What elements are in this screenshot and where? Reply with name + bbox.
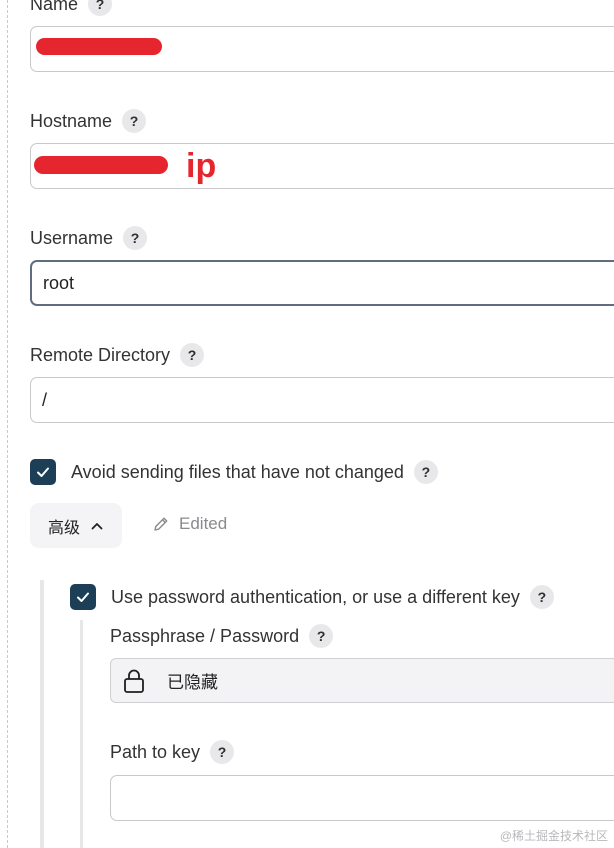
hostname-label: Hostname ? [30, 109, 147, 133]
help-icon[interactable]: ? [529, 585, 554, 609]
username-label: Username ? [30, 226, 148, 250]
path-to-key-label: Path to key ? [110, 740, 235, 764]
username-input[interactable]: root [30, 260, 614, 306]
help-icon[interactable]: ? [123, 226, 148, 250]
advanced-toggle-button[interactable]: 高级 [30, 503, 122, 548]
lock-icon [124, 669, 144, 693]
name-label: Name ? [30, 0, 113, 16]
use-password-label: Use password authentication, or use a di… [111, 585, 554, 609]
check-icon [77, 592, 89, 602]
passphrase-label-text: Passphrase / Password [110, 626, 300, 646]
path-to-key-label-text: Path to key [110, 742, 201, 762]
help-icon[interactable]: ? [210, 740, 235, 764]
check-icon [37, 467, 49, 477]
help-icon[interactable]: ? [309, 624, 334, 648]
watermark: @稀土掘金技术社区 [499, 829, 608, 843]
path-to-key-input[interactable] [110, 775, 614, 821]
username-input-value: root [43, 272, 75, 293]
username-label-text: Username [30, 228, 114, 248]
passphrase-label: Passphrase / Password ? [110, 624, 334, 648]
edited-label: Edited [179, 514, 228, 533]
use-password-checkbox[interactable] [70, 584, 96, 610]
avoid-sending-label-text: Avoid sending files that have not change… [71, 462, 404, 482]
hostname-label-text: Hostname [30, 111, 113, 131]
hostname-ip-annotation: ip [186, 147, 217, 185]
avoid-sending-label: Avoid sending files that have not change… [71, 460, 438, 484]
section-dashed-border [7, 0, 8, 848]
advanced-section-border [40, 580, 44, 848]
chevron-up-icon [91, 522, 103, 529]
remote-directory-input[interactable]: / [30, 377, 614, 423]
name-label-text: Name [30, 0, 79, 14]
password-section-border [80, 620, 83, 848]
advanced-label: 高级 [47, 519, 80, 537]
passphrase-value: 已隐藏 [167, 673, 218, 692]
help-icon[interactable]: ? [180, 343, 205, 367]
passphrase-input[interactable]: 已隐藏 [110, 658, 614, 703]
use-password-label-text: Use password authentication, or use a di… [111, 587, 520, 607]
remote-directory-label: Remote Directory ? [30, 343, 205, 367]
avoid-sending-checkbox[interactable] [30, 459, 56, 485]
help-icon[interactable]: ? [122, 109, 147, 133]
help-icon[interactable]: ? [413, 460, 438, 484]
help-icon[interactable]: ? [88, 0, 113, 16]
hostname-redaction-mark [34, 156, 168, 174]
remote-directory-input-value: / [42, 389, 48, 410]
pencil-icon [154, 517, 168, 531]
edited-indicator: Edited [152, 514, 227, 534]
name-redaction-mark [36, 38, 162, 55]
remote-directory-label-text: Remote Directory [30, 345, 171, 365]
